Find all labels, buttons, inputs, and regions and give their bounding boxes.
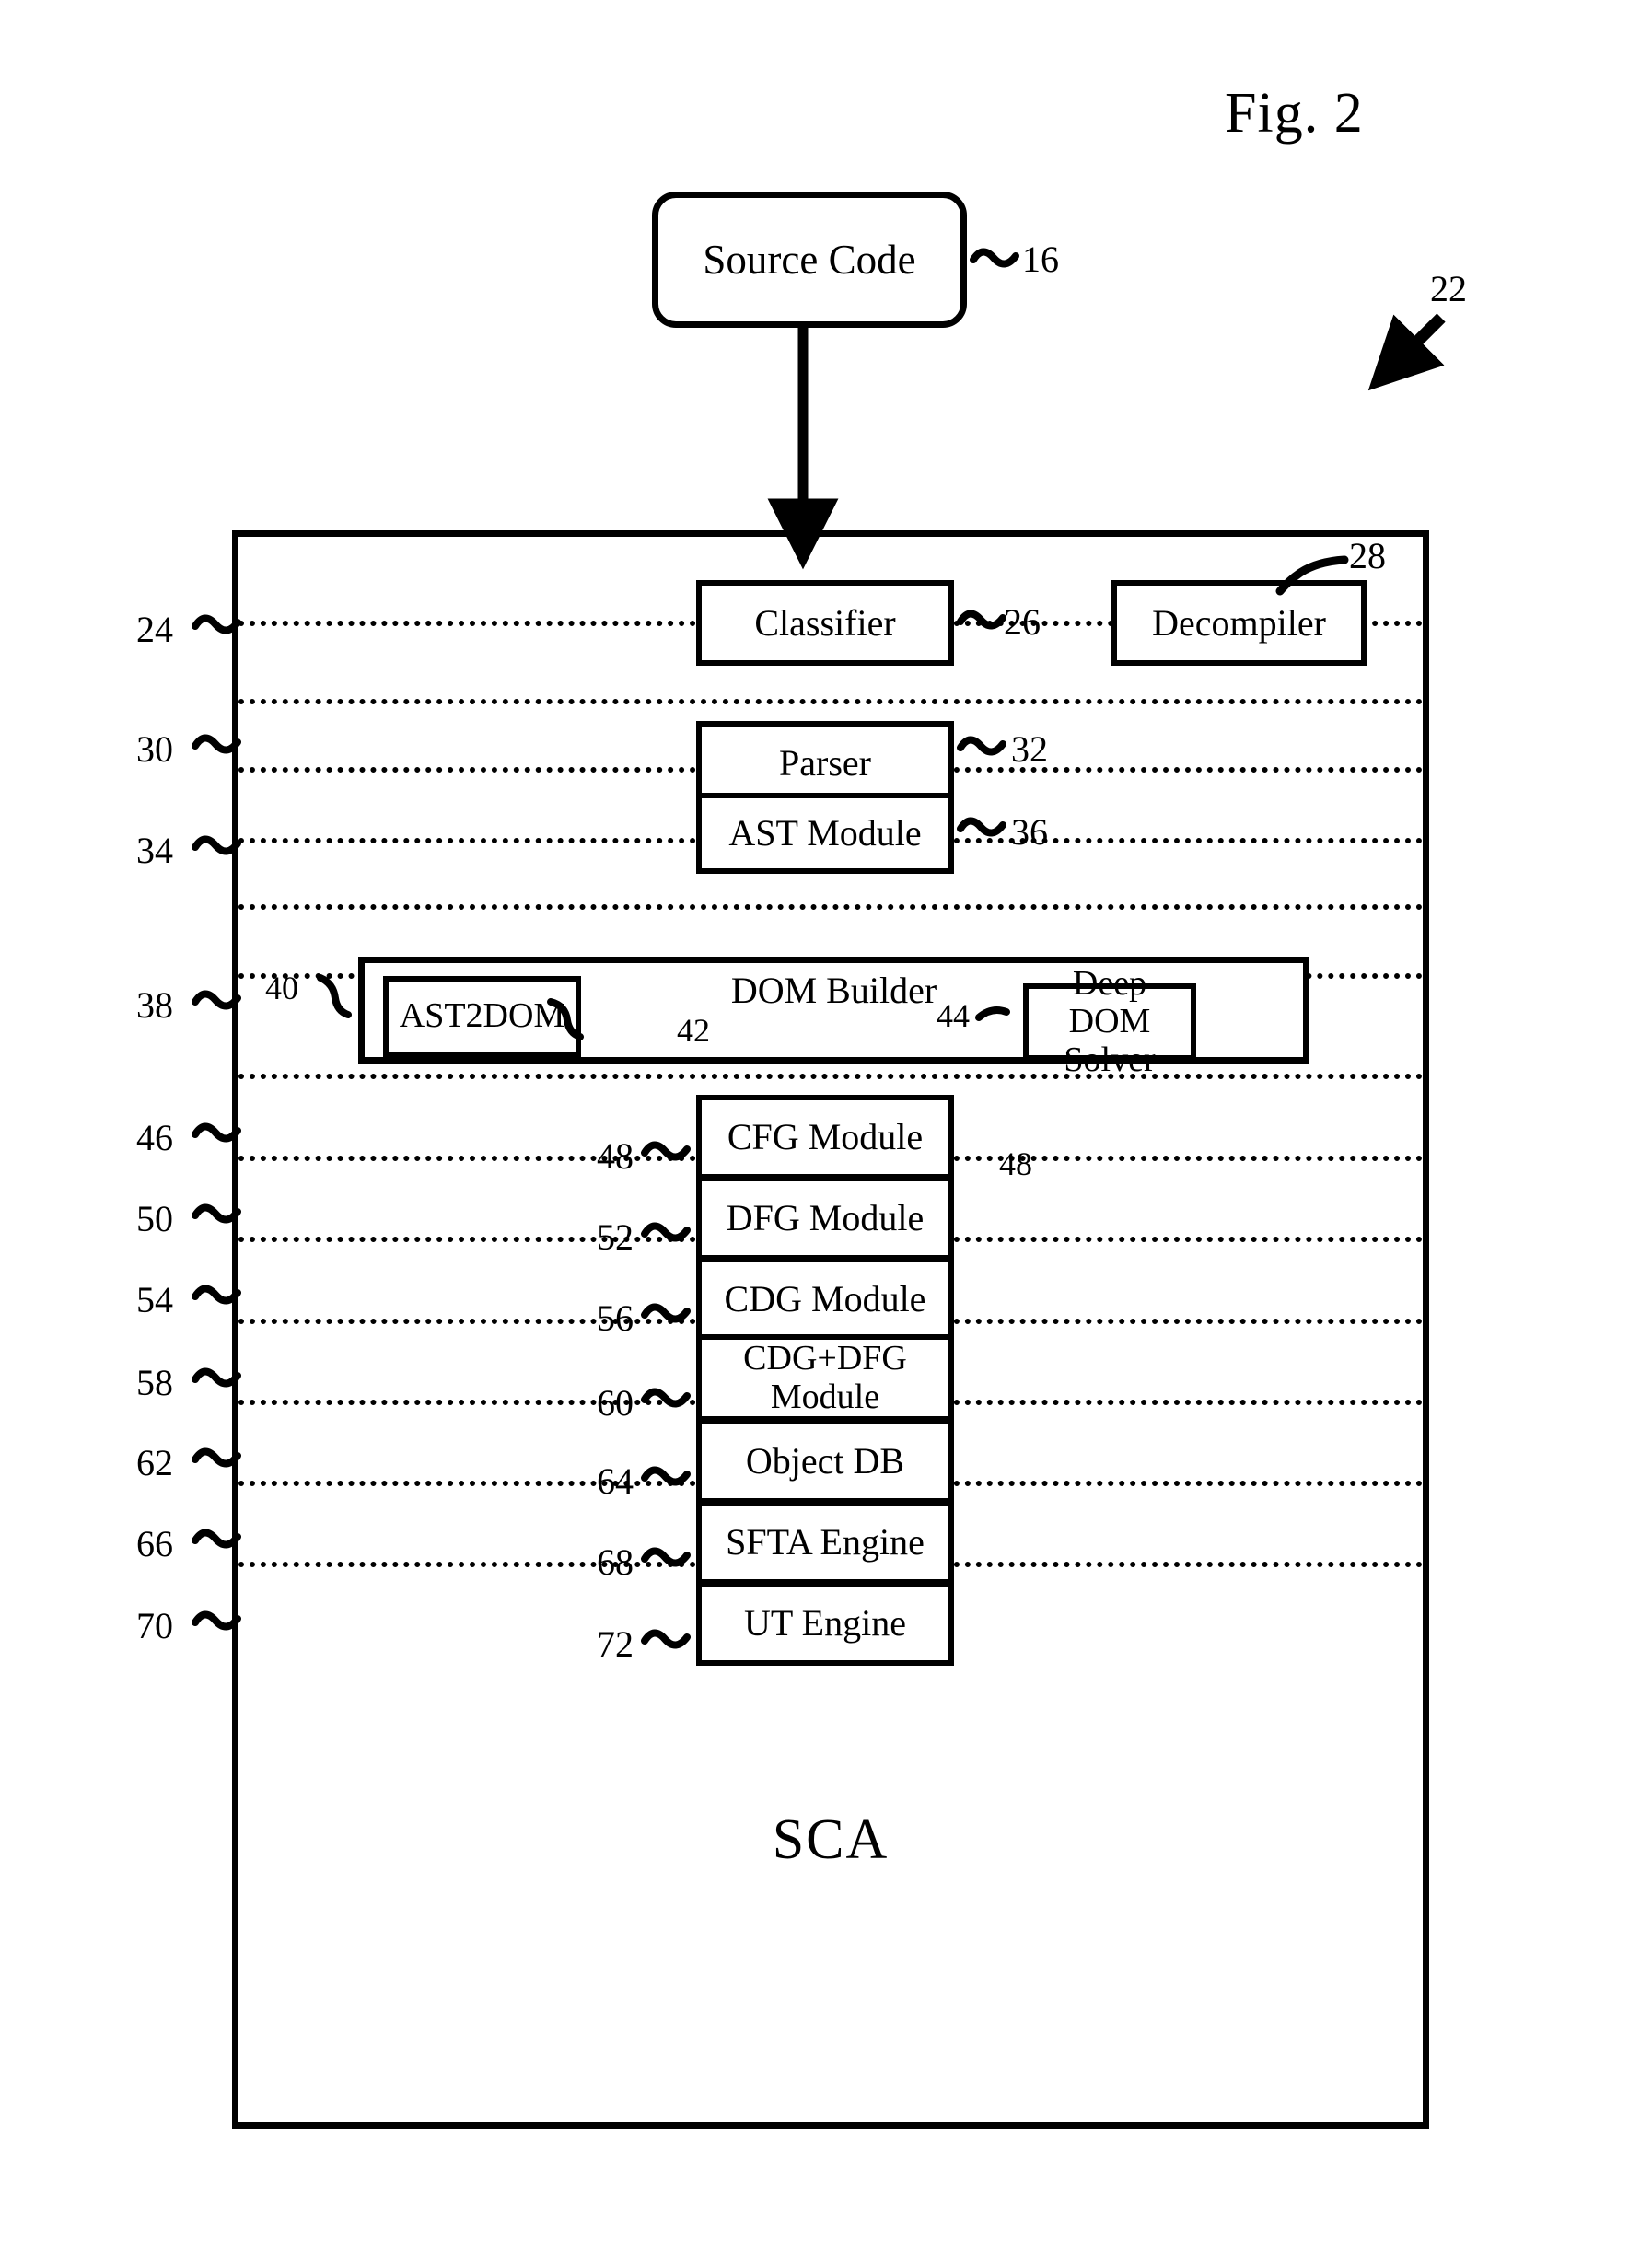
- ref-numeral-34: 34: [136, 830, 173, 871]
- ref-numeral-56: 56: [597, 1297, 634, 1339]
- ref-numeral-68: 68: [597, 1541, 634, 1583]
- module-classifier[interactable]: Classifier: [696, 580, 954, 666]
- ref-numeral-72: 72: [597, 1623, 634, 1665]
- ref-numeral-66: 66: [136, 1523, 173, 1564]
- module-sfta-engine[interactable]: SFTA Engine: [696, 1500, 954, 1585]
- module-object-db-label: Object DB: [745, 1440, 905, 1482]
- module-ast2dom[interactable]: AST2DOM: [383, 976, 581, 1057]
- module-cdg[interactable]: CDG Module: [696, 1257, 954, 1342]
- module-ut-engine-label: UT Engine: [744, 1602, 906, 1645]
- module-classifier-label: Classifier: [754, 601, 896, 644]
- module-object-db[interactable]: Object DB: [696, 1419, 954, 1504]
- ref-numeral-16: 16: [1022, 238, 1059, 280]
- module-deep-dom-solver-label-line1: Deep DOM: [1068, 964, 1151, 1041]
- module-ut-engine[interactable]: UT Engine: [696, 1581, 954, 1666]
- ref-numeral-24: 24: [136, 609, 173, 650]
- ref-numeral-46: 46: [136, 1117, 173, 1158]
- module-cdg-label: CDG Module: [724, 1278, 926, 1320]
- sca-container: Classifier Decompiler Parser AST Module …: [232, 530, 1429, 2129]
- ref-numeral-60: 60: [597, 1382, 634, 1424]
- module-sfta-engine-label: SFTA Engine: [726, 1521, 925, 1564]
- ref-numeral-36: 36: [1011, 811, 1048, 853]
- sca-caption: SCA: [772, 1808, 890, 1871]
- leader-16: [970, 248, 1019, 268]
- layer-divider-5: [238, 904, 1423, 910]
- module-ast2dom-label: AST2DOM: [399, 996, 565, 1036]
- ref-numeral-28: 28: [1349, 535, 1386, 576]
- figure-canvas: Fig. 2 22 Source Code 16 Classifier Deco…: [0, 0, 1652, 2267]
- ref-numeral-30: 30: [136, 728, 173, 770]
- source-code-label: Source Code: [703, 237, 916, 283]
- module-ast-label: AST Module: [728, 812, 922, 854]
- module-dfg[interactable]: DFG Module: [696, 1176, 954, 1261]
- module-ast[interactable]: AST Module: [696, 793, 954, 874]
- ref-numeral-62: 62: [136, 1442, 173, 1483]
- module-cfg[interactable]: CFG Module: [696, 1095, 954, 1180]
- ref-numeral-50: 50: [136, 1198, 173, 1239]
- ref-numeral-70: 70: [136, 1605, 173, 1646]
- ref-numeral-40: 40: [265, 970, 298, 1006]
- module-cdg-dfg[interactable]: CDG+DFG Module: [696, 1334, 954, 1422]
- arrow-ref-22: [1367, 313, 1446, 391]
- ref-numeral-38: 38: [136, 984, 173, 1026]
- ref-numeral-22: 22: [1430, 268, 1467, 309]
- module-parser-label: Parser: [779, 742, 871, 785]
- module-deep-dom-solver-label-line2: Solver: [1064, 1040, 1156, 1079]
- figure-title: Fig. 2: [1225, 82, 1364, 145]
- layer-divider-2: [238, 699, 1423, 704]
- ref-numeral-42: 42: [677, 1012, 710, 1049]
- source-code-box: Source Code: [652, 192, 967, 328]
- ref-numeral-64: 64: [597, 1460, 634, 1502]
- ref-numeral-32: 32: [1011, 728, 1048, 770]
- ref-numeral-54: 54: [136, 1279, 173, 1320]
- module-decompiler[interactable]: Decompiler: [1111, 580, 1367, 666]
- module-deep-dom-solver[interactable]: Deep DOM Solver: [1023, 965, 1196, 1078]
- ref-numeral-58: 58: [136, 1362, 173, 1403]
- group-dom-builder: DOM Builder AST2DOM Deep DOM Solver: [358, 957, 1309, 1078]
- module-decompiler-label: Decompiler: [1152, 601, 1326, 644]
- module-cdg-dfg-label-line2: Module: [770, 1377, 880, 1416]
- ref-numeral-26: 26: [1004, 601, 1041, 643]
- module-cfg-label: CFG Module: [727, 1116, 924, 1158]
- ref-numeral-52: 52: [597, 1216, 634, 1258]
- ref-numeral-44: 44: [937, 997, 970, 1034]
- module-cdg-dfg-label-line1: CDG+DFG: [743, 1339, 907, 1378]
- ref-numeral-48-outer: 48: [597, 1135, 634, 1177]
- module-dfg-label: DFG Module: [726, 1197, 925, 1239]
- layer-divider-7: [238, 1074, 1423, 1079]
- ref-numeral-48: 48: [999, 1145, 1032, 1182]
